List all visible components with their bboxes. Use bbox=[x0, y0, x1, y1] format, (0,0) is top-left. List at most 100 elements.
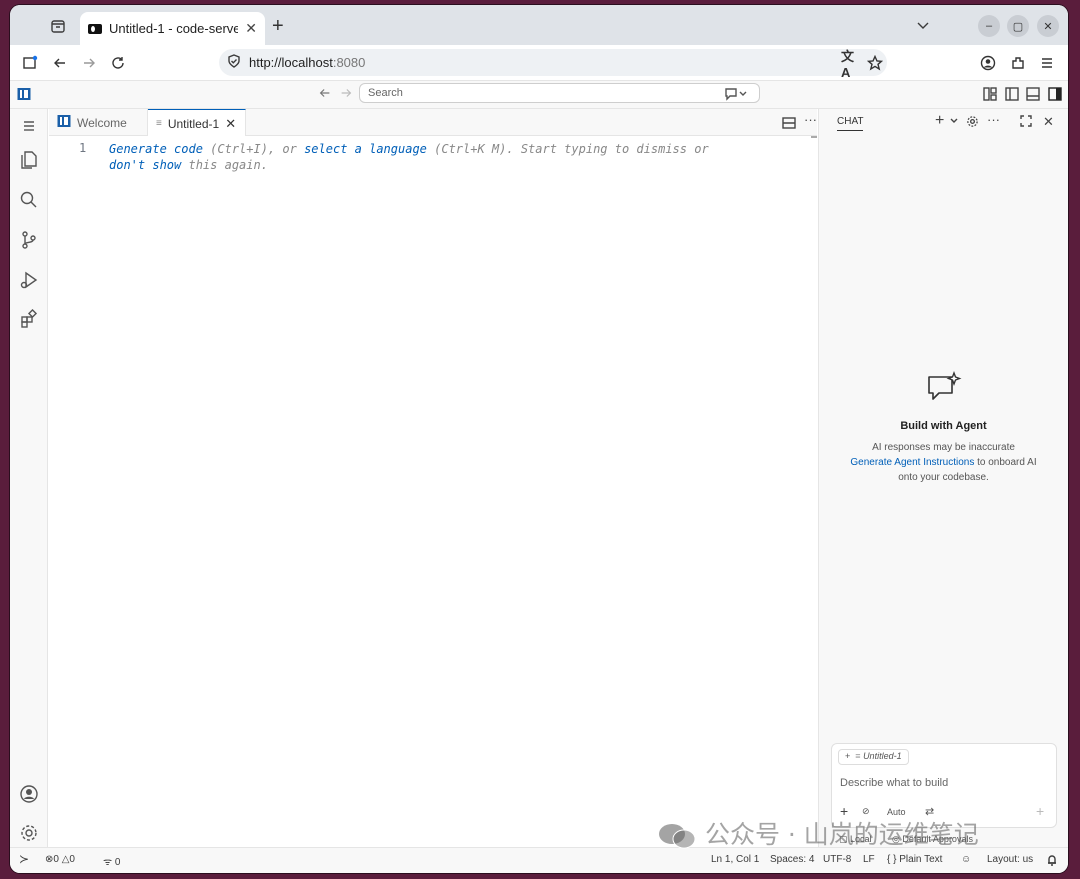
tab-untitled-1[interactable]: ≡ Untitled-1 ✕ bbox=[148, 109, 246, 137]
tab-welcome[interactable]: Welcome bbox=[49, 109, 148, 136]
editor-more-actions-icon[interactable]: ··· bbox=[804, 112, 817, 127]
code-server-favicon-icon bbox=[88, 23, 102, 34]
browser-toolbar: http://localhost:8080 文A bbox=[10, 45, 1068, 81]
tools-icon[interactable]: ⊘ bbox=[862, 806, 870, 817]
source-control-icon[interactable] bbox=[17, 228, 41, 252]
tab-search-icon[interactable] bbox=[48, 16, 68, 36]
cursor-position[interactable]: Ln 1, Col 1 bbox=[711, 854, 759, 865]
chat-empty-heading: Build with Agent bbox=[900, 420, 987, 432]
indentation[interactable]: Spaces: 4 bbox=[770, 854, 814, 865]
side-panel-icon[interactable] bbox=[20, 53, 40, 73]
approvals-picker[interactable]: ◎ Default Approvals bbox=[892, 834, 973, 844]
chat-input-placeholder[interactable]: Describe what to build bbox=[840, 777, 948, 789]
address-bar[interactable]: http://localhost:8080 bbox=[219, 49, 887, 76]
run-and-debug-icon[interactable] bbox=[17, 268, 41, 292]
overview-ruler-marker bbox=[811, 136, 817, 138]
generate-agent-instructions-link[interactable]: Generate Agent Instructions bbox=[850, 457, 974, 468]
reload-icon[interactable] bbox=[108, 53, 128, 73]
maximize-chat-icon[interactable] bbox=[1020, 115, 1032, 130]
back-icon[interactable] bbox=[50, 53, 70, 73]
chat-settings-gear-icon[interactable] bbox=[966, 115, 979, 131]
maximize-icon[interactable]: ▢ bbox=[1007, 15, 1029, 37]
close-tab-icon[interactable]: ✕ bbox=[225, 116, 236, 132]
customize-layout-icon[interactable] bbox=[983, 87, 997, 104]
problems-indicator[interactable]: ⊗0 △0 bbox=[45, 854, 75, 865]
copilot-icon[interactable]: ☺ bbox=[961, 854, 971, 865]
toggle-secondary-sidebar-icon[interactable] bbox=[1048, 87, 1062, 104]
toggle-panel-icon[interactable] bbox=[1026, 87, 1040, 104]
plaintext-file-icon: ≡ bbox=[156, 118, 162, 129]
minimize-icon[interactable]: – bbox=[978, 15, 1000, 37]
bookmark-star-icon[interactable] bbox=[865, 53, 885, 73]
search-icon[interactable] bbox=[17, 188, 41, 212]
application-menu-icon[interactable] bbox=[17, 114, 41, 138]
browser-menu-icon[interactable] bbox=[1037, 53, 1057, 73]
chat-input-box[interactable]: + ≡ Untitled-1 Describe what to build + … bbox=[831, 743, 1057, 828]
generate-code-link[interactable]: Generate code bbox=[109, 142, 203, 156]
activity-bar bbox=[10, 109, 48, 847]
status-bar: ≻ ⊗0 △0 ᯤ 0 Ln 1, Col 1 Spaces: 4 UTF-8 … bbox=[10, 847, 1068, 873]
nav-back-icon[interactable] bbox=[318, 86, 332, 103]
tab-welcome-label: Welcome bbox=[77, 115, 127, 130]
language-mode[interactable]: { } Plain Text bbox=[887, 854, 942, 865]
dont-show-link[interactable]: don't show bbox=[109, 158, 181, 172]
extensions-icon[interactable] bbox=[1008, 53, 1028, 73]
notifications-bell-icon[interactable] bbox=[1046, 854, 1058, 869]
hint-text: (Ctrl+K M). Start typing to dismiss or bbox=[426, 142, 709, 156]
editor-hint: Generate code (Ctrl+I), or select a lang… bbox=[109, 141, 749, 173]
new-tab-icon[interactable]: + bbox=[272, 15, 284, 38]
send-icon[interactable]: + bbox=[1036, 803, 1044, 819]
context-chip[interactable]: + ≡ Untitled-1 bbox=[838, 749, 909, 765]
end-of-line[interactable]: LF bbox=[863, 854, 875, 865]
chat-input-toolbar: + ⊘ Auto ⇄ + bbox=[840, 803, 1052, 822]
tab-untitled-1-label: Untitled-1 bbox=[167, 116, 220, 131]
hint-text: (Ctrl+I), or bbox=[202, 142, 305, 156]
chat-header: CHAT + ··· ✕ bbox=[819, 109, 1068, 136]
local-session-picker[interactable]: ▢ Local bbox=[839, 834, 872, 844]
configure-tools-icon[interactable]: ⇄ bbox=[925, 805, 934, 818]
select-language-link[interactable]: select a language bbox=[304, 142, 427, 156]
chat-footer: ▢ Local ◎ Default Approvals bbox=[839, 834, 973, 845]
ports-indicator[interactable]: ᯤ 0 bbox=[103, 854, 120, 868]
close-window-icon[interactable]: ✕ bbox=[1037, 15, 1059, 37]
model-picker[interactable]: Auto bbox=[887, 807, 906, 817]
vscode-titlebar: Search bbox=[10, 81, 1068, 109]
chat-title[interactable]: CHAT bbox=[837, 116, 864, 131]
close-tab-icon[interactable]: ✕ bbox=[245, 20, 257, 37]
remote-indicator-icon[interactable]: ≻ bbox=[19, 852, 29, 866]
explorer-icon[interactable] bbox=[17, 148, 41, 172]
browser-window: Untitled-1 - code-server ✕ + – ▢ ✕ http:… bbox=[10, 5, 1068, 873]
keyboard-layout[interactable]: Layout: us bbox=[987, 854, 1033, 865]
encoding[interactable]: UTF-8 bbox=[823, 854, 851, 865]
site-info-icon[interactable] bbox=[227, 54, 241, 71]
toggle-primary-sidebar-icon[interactable] bbox=[1005, 87, 1019, 104]
chat-sparkle-icon bbox=[819, 371, 1068, 408]
chat-toggle-icon[interactable] bbox=[724, 87, 748, 104]
translate-icon[interactable]: 文A bbox=[841, 49, 861, 80]
chat-welcome: Build with Agent AI responses may be ina… bbox=[819, 371, 1068, 485]
accounts-icon[interactable] bbox=[17, 782, 41, 806]
extensions-view-icon[interactable] bbox=[17, 307, 41, 331]
browser-tab-title: Untitled-1 - code-server bbox=[109, 21, 239, 36]
tab-list-chevron-icon[interactable] bbox=[915, 17, 931, 36]
close-chat-icon[interactable]: ✕ bbox=[1043, 114, 1054, 130]
url-text: http://localhost:8080 bbox=[249, 55, 366, 70]
hint-text: this again. bbox=[181, 158, 268, 172]
new-chat-plus-icon[interactable]: + bbox=[935, 112, 944, 130]
chat-more-actions-icon[interactable]: ··· bbox=[987, 112, 1000, 127]
add-context-icon[interactable]: + bbox=[840, 803, 848, 819]
nav-forward-icon[interactable] bbox=[339, 86, 353, 103]
command-center-search[interactable]: Search bbox=[359, 83, 760, 103]
editor-tabs: Welcome ≡ Untitled-1 ✕ ··· bbox=[49, 109, 817, 137]
vscode-logo-icon bbox=[17, 87, 31, 104]
editor[interactable]: 1 Generate code (Ctrl+I), or select a la… bbox=[49, 136, 817, 847]
profile-icon[interactable] bbox=[978, 53, 998, 73]
forward-icon[interactable] bbox=[79, 53, 99, 73]
new-chat-dropdown-icon[interactable] bbox=[949, 115, 959, 129]
split-editor-icon[interactable] bbox=[782, 116, 796, 133]
manage-gear-icon[interactable] bbox=[17, 821, 41, 845]
line-number: 1 bbox=[79, 141, 87, 155]
chat-empty-description: AI responses may be inaccurate Generate … bbox=[850, 442, 1037, 483]
browser-tabstrip: Untitled-1 - code-server ✕ + – ▢ ✕ bbox=[10, 5, 1068, 45]
browser-tab[interactable]: Untitled-1 - code-server ✕ bbox=[80, 12, 265, 45]
